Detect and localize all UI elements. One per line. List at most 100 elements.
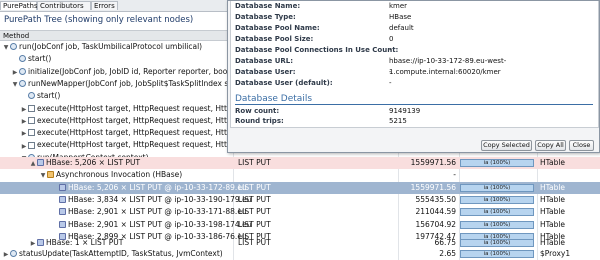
expand-toggle-icon[interactable]: ▼ xyxy=(12,79,18,90)
method-label: run(JobConf job, TaskUmbilicalProtocol u… xyxy=(19,42,203,51)
method-label: HBase: 5,206 × LIST PUT @ ip-10-33-172-8… xyxy=(68,182,247,192)
property-row[interactable]: Database Type: HBase xyxy=(233,12,596,23)
method-icon xyxy=(10,250,17,258)
property-row[interactable]: Database Pool Name: default xyxy=(233,23,596,34)
property-value: 5215 xyxy=(389,117,407,125)
api-cell: HTable xyxy=(540,207,566,217)
exec-time-cell: 211044.59 xyxy=(415,207,456,217)
tab-errors[interactable]: Errors xyxy=(91,1,118,10)
property-value: - xyxy=(389,79,392,87)
tree-row[interactable]: HBase: 2,901 × LIST PUT @ ip-10-33-198-1… xyxy=(0,219,600,231)
exec-time-cell: 2.65 xyxy=(439,249,456,258)
async-invocation-icon xyxy=(47,171,54,179)
method-label: start() xyxy=(28,54,52,64)
expand-toggle-icon[interactable]: ▶ xyxy=(21,116,27,127)
tree-row[interactable]: ▼ Asynchronous Invocation (HBase) - xyxy=(0,169,600,181)
expand-toggle-icon[interactable]: ▶ xyxy=(21,128,27,139)
method-icon xyxy=(28,92,35,100)
expand-toggle-icon[interactable]: ▶ xyxy=(21,104,27,115)
exec-time-cell: - xyxy=(453,170,456,180)
database-icon xyxy=(37,239,44,247)
exec-time-cell: 1559971.56 xyxy=(410,158,456,167)
method-label: HBase: 5,206 × LIST PUT xyxy=(46,158,141,167)
close-button[interactable]: Close xyxy=(569,140,594,151)
database-icon xyxy=(59,196,66,204)
document-icon xyxy=(28,116,35,124)
property-label: Database User (default): xyxy=(235,79,333,87)
name-cell: LIST PUT xyxy=(238,182,271,192)
method-icon xyxy=(19,67,26,75)
property-label: Database Type: xyxy=(235,13,296,21)
method-icon xyxy=(19,80,26,88)
method-icon xyxy=(10,43,17,51)
method-label: execute(HttpHost target, HttpRequest req… xyxy=(37,115,253,125)
property-label: Database Pool Size: xyxy=(235,35,314,43)
copy-selected-button[interactable]: Copy Selected xyxy=(481,140,532,151)
property-value: - xyxy=(389,68,392,76)
breakdown-bar: ia (100%) xyxy=(460,159,534,167)
property-value: 0 xyxy=(389,35,394,43)
property-row[interactable]: Database Pool Size: 0 xyxy=(233,34,596,45)
method-label: start() xyxy=(37,91,61,101)
property-row[interactable]: Database Name: kmer xyxy=(233,1,596,12)
method-label: runNewMapper(JobConf job, JobSplit$TaskS… xyxy=(28,78,244,88)
expand-toggle-icon[interactable]: ▼ xyxy=(40,170,46,181)
property-label: Round trips: xyxy=(235,117,284,125)
property-label: Database Pool Name: xyxy=(235,24,320,32)
section-divider xyxy=(235,104,593,105)
breakdown-bar: ia (100%) xyxy=(460,208,534,217)
exec-time-cell: 156704.92 xyxy=(415,219,456,229)
tree-row[interactable]: ▲ HBase: 5,206 × LIST PUT LIST PUT 155997… xyxy=(0,157,600,170)
method-label: statusUpdate(TaskAttemptID, TaskStatus, … xyxy=(19,249,223,258)
tree-row[interactable]: HBase: 2,901 × LIST PUT @ ip-10-33-171-8… xyxy=(0,206,600,218)
method-label: HBase: 2,901 × LIST PUT @ ip-10-33-198-1… xyxy=(68,219,252,229)
method-label: HBase: 1 × LIST PUT xyxy=(46,238,124,247)
property-row[interactable]: Database URL: hbase://ip-10-33-172-89.eu-… xyxy=(233,56,596,76)
exec-time-cell: 555435.50 xyxy=(415,194,456,204)
breakdown-bar: ia (100%) xyxy=(460,250,534,258)
breakdown-bar: ia (100%) xyxy=(460,195,534,204)
database-details-dialog: Database Name: kmer Database Type: HBase D… xyxy=(227,0,600,153)
method-label: execute(HttpHost target, HttpRequest req… xyxy=(37,103,253,113)
tree-row-selected[interactable]: HBase: 5,206 × LIST PUT @ ip-10-33-172-8… xyxy=(0,181,600,194)
property-row[interactable]: Database User: - xyxy=(233,67,596,78)
copy-all-button[interactable]: Copy All xyxy=(535,140,566,151)
expand-toggle-icon[interactable]: ▶ xyxy=(21,141,27,152)
breakdown-bar: ia (100%) xyxy=(460,183,534,192)
property-label: Database URL: xyxy=(235,57,294,65)
method-label: HBase: 3,834 × LIST PUT @ ip-10-33-190-1… xyxy=(68,194,252,204)
property-row[interactable]: Round trips: 5215 xyxy=(233,116,596,127)
document-icon xyxy=(28,129,35,137)
breakdown-bar: ia (100%) xyxy=(460,220,534,229)
property-row[interactable]: Database User (default): - xyxy=(233,78,596,89)
property-row[interactable]: Database Pool Connections In Use Count: - xyxy=(233,45,596,56)
name-cell: LIST PUT xyxy=(238,207,271,217)
tab-contributors[interactable]: Contributors xyxy=(37,1,91,10)
api-cell: HTable xyxy=(540,219,566,229)
expand-toggle-icon[interactable]: ▲ xyxy=(30,158,36,169)
property-value: HBase xyxy=(389,13,412,21)
property-value: default xyxy=(389,24,414,32)
breakdown-bar: ia (100%) xyxy=(460,239,534,247)
name-cell: LIST PUT xyxy=(238,158,271,167)
database-icon xyxy=(59,220,66,228)
expand-toggle-icon[interactable]: ▶ xyxy=(12,67,18,78)
property-label: Database Pool Connections In Use Count: xyxy=(235,46,399,54)
tab-purepaths[interactable]: PurePaths xyxy=(0,1,38,10)
property-value: - xyxy=(389,46,392,54)
details-section-title: Database Details xyxy=(235,94,313,104)
expand-toggle-icon[interactable]: ▶ xyxy=(3,249,9,260)
property-label: Database Name: xyxy=(235,2,301,10)
expand-toggle-icon[interactable]: ▼ xyxy=(3,42,9,53)
tree-row[interactable]: ▶ statusUpdate(TaskAttemptID, TaskStatus,… xyxy=(0,248,600,260)
tree-row[interactable]: HBase: 3,834 × LIST PUT @ ip-10-33-190-1… xyxy=(0,194,600,206)
api-cell: $Proxy1 xyxy=(540,249,571,258)
api-cell: HTable xyxy=(540,158,566,167)
method-label: execute(HttpHost target, HttpRequest req… xyxy=(37,128,253,138)
method-label: initialize(JobConf job, JobID id, Report… xyxy=(28,66,244,76)
database-icon xyxy=(59,183,66,191)
name-cell: LIST PUT xyxy=(238,219,271,229)
document-icon xyxy=(28,141,35,149)
api-cell: HTable xyxy=(540,194,566,204)
column-method[interactable]: Method xyxy=(0,31,29,41)
